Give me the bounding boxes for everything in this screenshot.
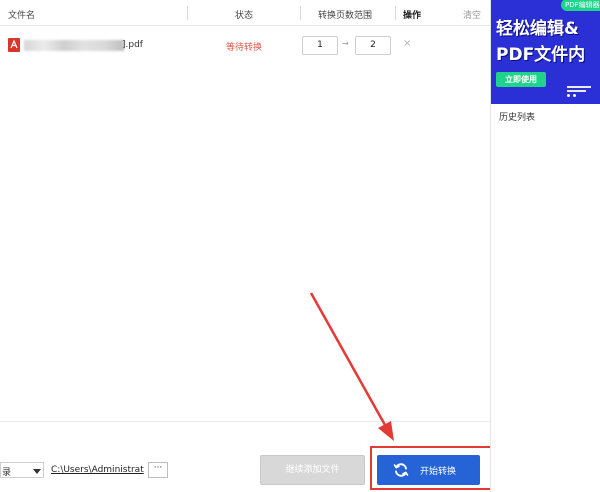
file-status: 等待转换 [226,43,263,53]
add-files-button[interactable]: 继续添加文件 [260,455,365,485]
clear-button[interactable]: 清空 [463,8,481,21]
file-name-redacted [24,40,124,51]
sidebar: PDF编辑器 轻松编辑& PDF文件内 立即使用 历史列表 [491,0,600,492]
header-filename: 文件名 [8,11,36,21]
page-to-input[interactable]: 2 [355,36,391,55]
page-from-input[interactable]: 1 [302,36,338,55]
header-action: 操作 [403,11,422,21]
ad-headline-2: PDF文件内 [496,45,586,65]
header-divider [300,6,301,20]
page-range-arrow: → [342,39,349,48]
ad-tag: PDF编辑器 [561,0,600,11]
delete-file-icon[interactable]: × [403,38,411,49]
header-divider [187,6,188,20]
ad-banner[interactable]: PDF编辑器 轻松编辑& PDF文件内 立即使用 [491,0,600,104]
header-status: 状态 [235,11,254,21]
ad-dot [567,94,570,97]
ad-decoration [567,86,591,96]
file-table-header: 文件名 状态 转换页数范围 操作 清空 [0,0,490,26]
highlight-box [370,446,503,490]
output-dir-select[interactable]: 录 [0,462,44,478]
main-panel: 文件名 状态 转换页数范围 操作 清空 ].pdf 等待转换 1 → 2 × 录… [0,0,503,492]
pdf-file-icon [8,38,20,52]
file-row[interactable]: ].pdf 等待转换 1 → 2 × [0,30,490,62]
file-name: ].pdf [122,40,143,50]
browse-folder-button[interactable]: ··· [148,462,168,478]
header-page-range: 转换页数范围 [318,11,373,21]
ad-use-now-button[interactable]: 立即使用 [496,72,546,87]
chevron-down-icon [33,469,41,474]
ad-headline-1: 轻松编辑& [496,19,579,39]
output-dir-label: 录 [2,468,12,478]
header-divider [395,6,396,20]
bottom-divider [0,421,490,422]
ad-dot [573,94,576,97]
history-list-label: 历史列表 [499,113,536,123]
output-path-link[interactable]: C:\Users\Administrat [51,465,144,475]
